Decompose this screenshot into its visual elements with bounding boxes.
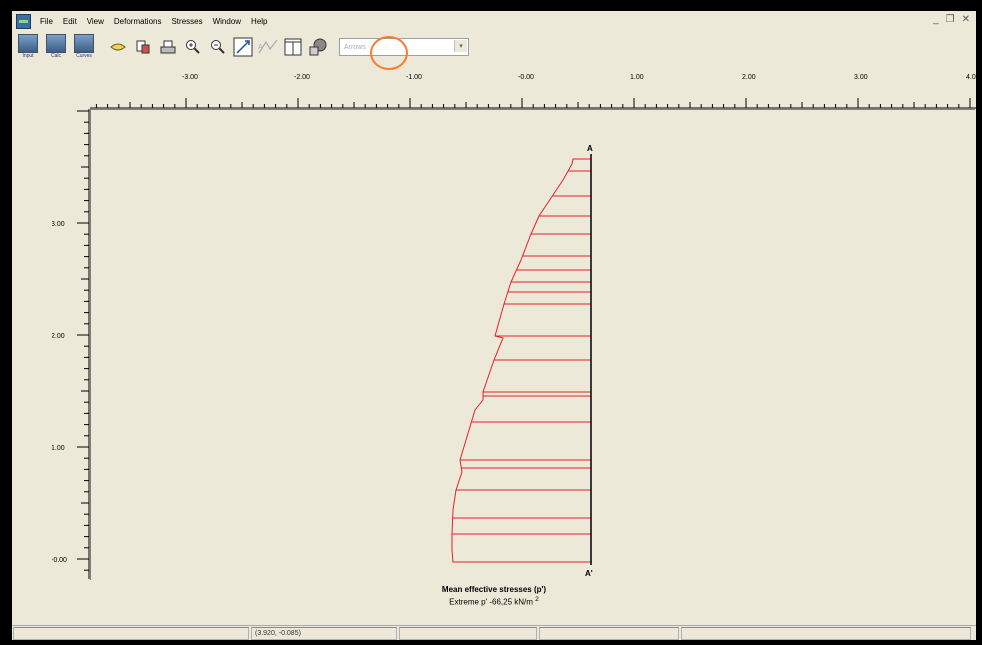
section-label-bottom: A' xyxy=(585,569,593,578)
caption-title: Mean effective stresses (p') xyxy=(441,585,547,594)
arrows-dropdown[interactable]: Arrows ▾ xyxy=(339,38,469,56)
status-panel-1 xyxy=(13,627,249,640)
menu-view[interactable]: View xyxy=(82,17,109,26)
app-icon[interactable] xyxy=(16,13,31,29)
menu-deformations[interactable]: Deformations xyxy=(109,17,167,26)
reset-view-icon xyxy=(233,37,253,57)
toolbar: Input Calc Curves A Arrows ▾ xyxy=(12,31,976,70)
ruler-h-label: 3.00 xyxy=(854,74,868,81)
open-button[interactable] xyxy=(107,36,129,58)
menu-edit[interactable]: Edit xyxy=(58,17,82,26)
status-panel-3 xyxy=(399,627,537,640)
input-program-icon xyxy=(18,34,38,53)
structures-button[interactable] xyxy=(307,36,329,58)
calc-program-icon xyxy=(46,34,66,53)
svg-text:A: A xyxy=(258,44,263,51)
table-icon xyxy=(284,38,302,56)
calc-program-label: Calc xyxy=(50,53,61,59)
calc-program-button[interactable]: Calc xyxy=(44,33,68,61)
ruler-h-label: 2.00 xyxy=(742,74,756,81)
drawing-canvas[interactable]: A A' xyxy=(90,109,975,580)
menu-help[interactable]: Help xyxy=(246,17,272,26)
ruler-v-label: -0.00 xyxy=(52,557,67,564)
menu-bar: File Edit View Deformations Stresses Win… xyxy=(12,11,976,31)
cross-section-button[interactable]: A xyxy=(257,36,279,58)
menu-window[interactable]: Window xyxy=(208,17,246,26)
ruler-h-label: -0.00 xyxy=(518,74,534,81)
caption-extreme: Extreme p' -66,25 kN/m 2 xyxy=(12,596,976,607)
status-coordinates: (3.920, -0.085) xyxy=(251,627,397,640)
chevron-down-icon[interactable]: ▾ xyxy=(454,40,467,52)
close-icon[interactable]: ✕ xyxy=(962,14,970,25)
reset-view-button[interactable] xyxy=(232,36,254,58)
window-controls: _ ❐ ✕ xyxy=(933,14,970,25)
cross-section-icon: A xyxy=(258,39,278,54)
section-label-top: A xyxy=(587,144,593,153)
horizontal-ruler: -3.00 -2.00 -1.00 -0.00 1.00 2.00 3.00 4.0 xyxy=(90,65,976,109)
status-panel-4 xyxy=(539,627,679,640)
copy-button[interactable] xyxy=(132,36,154,58)
arrows-dropdown-value: Arrows xyxy=(344,43,366,51)
print-button[interactable] xyxy=(157,36,179,58)
copy-icon xyxy=(136,40,150,54)
plot-caption: Mean effective stresses (p') Extreme p' … xyxy=(12,585,976,607)
curves-program-icon xyxy=(74,34,94,53)
application-window: File Edit View Deformations Stresses Win… xyxy=(12,11,976,640)
menu-file[interactable]: File xyxy=(35,17,58,26)
menu-stresses[interactable]: Stresses xyxy=(166,17,207,26)
zoom-in-icon xyxy=(186,40,200,54)
status-panel-5 xyxy=(681,627,971,640)
ruler-h-label: 1.00 xyxy=(630,74,644,81)
table-button[interactable] xyxy=(282,36,304,58)
caption-extreme-text: Extreme p' -66,25 kN/m xyxy=(449,597,533,607)
ruler-v-label: 2.00 xyxy=(52,333,65,340)
input-program-label: Input xyxy=(22,53,34,59)
structures-icon xyxy=(309,38,327,56)
curves-program-button[interactable]: Curves xyxy=(72,33,96,61)
ruler-h-label: 4.0 xyxy=(966,74,976,81)
zoom-out-button[interactable] xyxy=(207,36,229,58)
ruler-h-label: -3.00 xyxy=(182,74,198,81)
print-icon xyxy=(160,40,176,54)
zoom-out-icon xyxy=(211,40,225,54)
status-bar: (3.920, -0.085) xyxy=(12,625,976,641)
ruler-h-label: -2.00 xyxy=(294,74,310,81)
zoom-in-button[interactable] xyxy=(182,36,204,58)
ruler-v-label: 1.00 xyxy=(52,445,65,452)
input-program-button[interactable]: Input xyxy=(16,33,40,61)
restore-icon[interactable]: ❐ xyxy=(946,14,955,25)
stress-plot: A A' xyxy=(451,144,593,578)
ruler-h-label: -1.00 xyxy=(406,74,422,81)
ruler-v-label: 3.00 xyxy=(52,221,65,228)
curves-program-label: Curves xyxy=(76,53,92,59)
minimize-icon[interactable]: _ xyxy=(933,14,939,25)
vertical-ruler: 3.00 2.00 1.00 -0.00 xyxy=(51,109,90,579)
open-icon xyxy=(110,43,126,51)
caption-extreme-exponent: 2 xyxy=(535,596,539,603)
